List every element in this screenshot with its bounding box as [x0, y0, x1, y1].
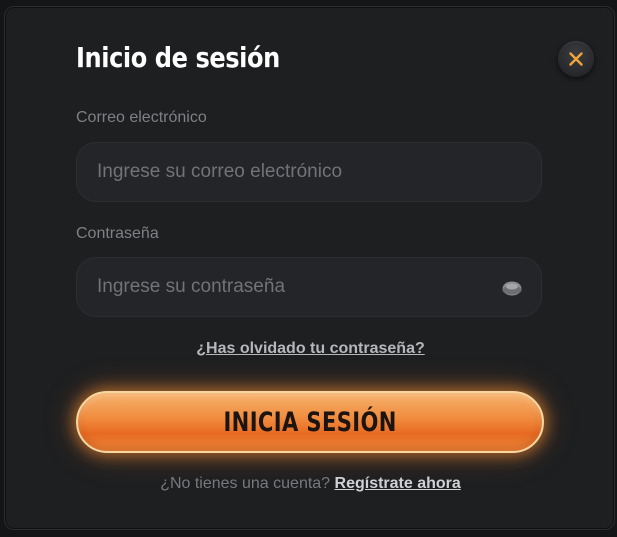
close-icon: [569, 52, 583, 66]
modal-title: Inicio de sesión: [76, 41, 280, 74]
register-prompt-line: ¿No tienes una cuenta? Regístrate ahora: [5, 475, 616, 493]
register-prompt: ¿No tienes una cuenta?: [160, 475, 331, 492]
email-field[interactable]: [77, 143, 541, 201]
login-modal: Inicio de sesión Correo electrónico Cont…: [4, 6, 615, 530]
login-button-label: INICIA SESIÓN: [223, 406, 397, 438]
password-field-container: [76, 257, 542, 317]
password-field[interactable]: [77, 258, 541, 316]
email-label: Correo electrónico: [76, 109, 207, 126]
login-button[interactable]: INICIA SESIÓN: [76, 391, 544, 453]
password-label: Contraseña: [76, 225, 159, 242]
eye-icon[interactable]: [501, 277, 523, 299]
register-link[interactable]: Regístrate ahora: [335, 475, 461, 492]
close-button[interactable]: [558, 41, 594, 77]
forgot-password-link[interactable]: ¿Has olvidado tu contraseña?: [5, 340, 616, 358]
email-field-container: [76, 142, 542, 202]
